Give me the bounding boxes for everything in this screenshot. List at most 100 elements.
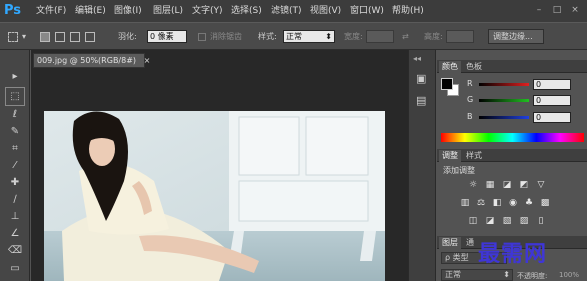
- document-tab[interactable]: 009.jpg @ 50%(RGB/8#) ×: [33, 53, 150, 68]
- menu-help[interactable]: 帮助(H): [392, 4, 424, 18]
- refine-edge-button[interactable]: 调整边缘...: [488, 29, 544, 44]
- threshold-icon[interactable]: ▧: [501, 216, 513, 227]
- close-icon[interactable]: ×: [144, 56, 151, 65]
- tab-channels[interactable]: 通: [463, 237, 477, 249]
- menu-type[interactable]: 文字(Y): [192, 4, 223, 18]
- invert-icon[interactable]: ◫: [467, 216, 479, 227]
- panel-dock: ◂◂ ▣ ▤: [408, 50, 436, 281]
- style-value: 正常: [286, 32, 302, 41]
- lasso-tool-icon[interactable]: ℓ: [6, 106, 24, 123]
- brightness-icon[interactable]: ☼: [467, 180, 479, 191]
- hue-saturation-icon[interactable]: ▥: [459, 198, 471, 209]
- green-value-input[interactable]: 0: [533, 95, 571, 106]
- blend-mode-value: 正常: [445, 270, 461, 279]
- feather-input[interactable]: 0 像素: [147, 30, 187, 43]
- style-label: 样式:: [258, 32, 277, 41]
- options-bar: ▾ 羽化: 0 像素 消除锯齿 样式: 正常 ⬍ 宽度: ⇄ 高度: 调整边缘..…: [0, 22, 587, 50]
- chevron-down-icon: ⬍: [325, 32, 332, 41]
- photo-filter-icon[interactable]: ◉: [507, 198, 519, 209]
- blue-value-input[interactable]: 0: [533, 112, 571, 123]
- selective-color-icon[interactable]: ▨: [518, 216, 530, 227]
- history-panel-icon[interactable]: ▣: [416, 72, 426, 85]
- foreground-swatch-top: [441, 78, 453, 90]
- crop-tool-icon[interactable]: ⌗: [6, 140, 24, 157]
- properties-panel-icon[interactable]: ▤: [416, 94, 426, 107]
- close-button[interactable]: ×: [568, 4, 582, 16]
- tab-styles[interactable]: 样式: [463, 150, 485, 162]
- document-tab-title: 009.jpg @ 50%(RGB/8#): [37, 56, 137, 65]
- new-selection-icon[interactable]: [40, 32, 50, 42]
- feather-label: 羽化:: [118, 32, 137, 41]
- history-brush-icon[interactable]: ∠: [6, 225, 24, 242]
- gradient-map-icon[interactable]: ▯: [535, 216, 547, 227]
- tools-panel: ▸ ⬚ ℓ ✎ ⌗ ⁄ ✚ ∕ ⊥ ∠ ⌫ ▭: [0, 50, 30, 281]
- swap-icon[interactable]: ⇄: [402, 31, 409, 43]
- minimize-button[interactable]: –: [532, 4, 546, 16]
- quick-select-icon[interactable]: ✎: [6, 123, 24, 140]
- menu-edit[interactable]: 编辑(E): [75, 4, 106, 18]
- clone-stamp-icon[interactable]: ⊥: [6, 208, 24, 225]
- tool-preset-arrow-icon[interactable]: ▾: [22, 31, 26, 43]
- move-tool-icon[interactable]: ▸: [6, 68, 24, 85]
- eraser-tool-icon[interactable]: ⌫: [6, 242, 24, 259]
- chevron-down-icon: ⬍: [503, 270, 510, 279]
- curves-icon[interactable]: ◪: [501, 180, 513, 191]
- add-adjustment-label: 添加调整: [443, 166, 475, 175]
- tab-adjustments[interactable]: 调整: [439, 150, 461, 162]
- restore-button[interactable]: □: [550, 4, 564, 16]
- height-input[interactable]: [446, 30, 474, 43]
- tab-color[interactable]: 颜色: [439, 61, 461, 73]
- channel-b-label: B: [467, 112, 473, 121]
- photo-canvas[interactable]: [44, 111, 385, 281]
- channel-g-label: G: [467, 95, 474, 104]
- menu-view[interactable]: 视图(V): [310, 4, 341, 18]
- intersect-selection-icon[interactable]: [85, 32, 95, 42]
- menu-image[interactable]: 图像(I): [114, 4, 142, 18]
- posterize-icon[interactable]: ◪: [484, 216, 496, 227]
- gradient-tool-icon[interactable]: ▭: [6, 260, 24, 277]
- channel-mixer-icon[interactable]: ♣: [523, 198, 535, 209]
- blend-mode-select[interactable]: 正常 ⬍: [441, 269, 513, 281]
- menu-window[interactable]: 窗口(W): [350, 4, 384, 18]
- add-selection-icon[interactable]: [55, 32, 65, 42]
- channel-r-label: R: [467, 79, 473, 88]
- antialias-label: 消除锯齿: [210, 32, 242, 41]
- menu-filter[interactable]: 滤镜(T): [271, 4, 302, 18]
- color-lookup-icon[interactable]: ▩: [539, 198, 551, 209]
- menu-select[interactable]: 选择(S): [231, 4, 262, 18]
- red-value-input[interactable]: 0: [533, 79, 571, 90]
- opacity-label: 不透明度:: [517, 272, 548, 280]
- marquee-tool-icon[interactable]: [8, 32, 18, 42]
- height-label: 高度:: [424, 32, 443, 41]
- adjust-panel-tabs: 调整 样式: [437, 149, 587, 162]
- color-panel-tabs: 颜色 色板: [437, 60, 587, 73]
- exposure-icon[interactable]: ◩: [518, 180, 530, 191]
- photoshop-logo: Ps: [4, 3, 22, 18]
- vibrance-icon[interactable]: ▽: [535, 180, 547, 191]
- levels-icon[interactable]: ▦: [484, 180, 496, 191]
- subtract-selection-icon[interactable]: [70, 32, 80, 42]
- photo-image: [44, 111, 385, 281]
- opacity-value[interactable]: 100%: [559, 271, 579, 279]
- menu-bar: Ps 文件(F) 编辑(E) 图像(I) 图层(L) 文字(Y) 选择(S) 滤…: [0, 0, 587, 22]
- brush-tool-icon[interactable]: ∕: [6, 191, 24, 208]
- tab-swatches[interactable]: 色板: [463, 61, 485, 73]
- blue-slider[interactable]: [479, 116, 529, 119]
- healing-brush-icon[interactable]: ✚: [6, 174, 24, 191]
- style-select[interactable]: 正常 ⬍: [283, 30, 335, 43]
- menu-file[interactable]: 文件(F): [36, 4, 66, 18]
- black-white-icon[interactable]: ◧: [491, 198, 503, 209]
- collapse-icon[interactable]: ◂◂: [413, 54, 421, 63]
- tab-layers[interactable]: 图层: [439, 237, 461, 249]
- width-input[interactable]: [366, 30, 394, 43]
- color-spectrum[interactable]: [441, 133, 584, 142]
- red-slider[interactable]: [479, 83, 529, 86]
- watermark-text: 最需网: [478, 241, 548, 267]
- antialias-checkbox[interactable]: [198, 33, 206, 41]
- rectangular-marquee-icon[interactable]: ⬚: [5, 87, 25, 106]
- menu-layer[interactable]: 图层(L): [153, 4, 183, 18]
- green-slider[interactable]: [479, 99, 529, 102]
- eyedropper-icon[interactable]: ⁄: [6, 157, 24, 174]
- color-balance-icon[interactable]: ⚖: [475, 198, 487, 209]
- width-label: 宽度:: [344, 32, 363, 41]
